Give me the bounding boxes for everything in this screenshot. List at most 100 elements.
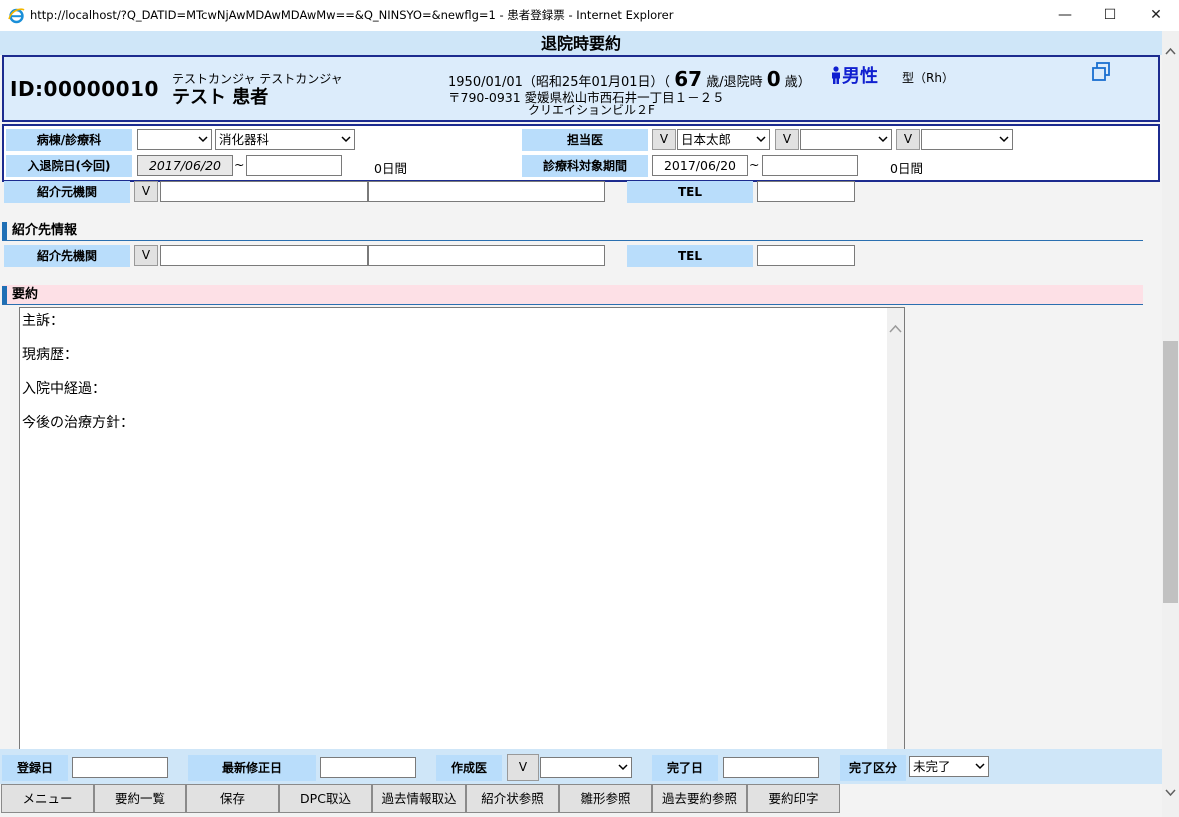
- doctor1-value: 日本太郎: [681, 132, 732, 147]
- title-bar: http://localhost/?Q_DATID=MTcwNjAwMDAwMD…: [0, 0, 1179, 31]
- registered-date-label: 登録日: [2, 755, 68, 781]
- blood-type: 型（Rh）: [902, 71, 954, 85]
- print-summary-button[interactable]: 要約印字: [747, 784, 840, 813]
- modified-date-label: 最新修正日: [188, 755, 316, 781]
- doctor-label: 担当医: [522, 129, 648, 151]
- modified-date-field[interactable]: [320, 757, 416, 778]
- chevron-up-icon[interactable]: [887, 322, 904, 336]
- close-button[interactable]: ✕: [1133, 0, 1179, 31]
- summary-scrollbar[interactable]: [887, 308, 904, 754]
- referral-from-name2[interactable]: [368, 181, 605, 202]
- patient-header: ID:00000010 テストカンジャ テストカンジャ テスト 患者 1950/…: [2, 55, 1160, 122]
- patient-name: テスト 患者: [172, 87, 269, 108]
- summary-line-chief-complaint: 主訴：: [22, 313, 64, 329]
- admission-label: 入退院日(今回): [6, 155, 132, 177]
- period-days: 0日間: [890, 161, 923, 176]
- referral-from-tel-label: TEL: [627, 181, 753, 203]
- chevron-down-icon: [873, 130, 891, 149]
- chevron-down-icon: [970, 757, 988, 776]
- author-lookup-button[interactable]: V: [507, 754, 539, 781]
- menu-button[interactable]: メニュー: [1, 784, 94, 813]
- period-label: 診療科対象期間: [522, 155, 648, 177]
- summary-section-title: 要約: [12, 287, 39, 302]
- maximize-button[interactable]: ☐: [1087, 0, 1133, 31]
- patient-id: ID:00000010: [10, 77, 159, 101]
- chevron-down-icon[interactable]: [1162, 787, 1179, 799]
- summary-section-header: 要約: [2, 285, 1143, 305]
- admission-days: 0日間: [374, 161, 407, 176]
- completion-status-value: 未完了: [913, 759, 951, 774]
- section-marker: [2, 286, 7, 304]
- copy-icon[interactable]: [1090, 61, 1112, 83]
- patient-address-building: クリエイションビル２F: [528, 103, 655, 117]
- chevron-up-icon[interactable]: [1162, 45, 1179, 57]
- referral-to-name1[interactable]: [160, 245, 368, 266]
- department-value: 消化器科: [219, 132, 270, 147]
- period-from-field[interactable]: 2017/06/20: [652, 155, 748, 176]
- summary-textarea[interactable]: 主訴： 現病歴： 入院中経過： 今後の治療方針：: [19, 307, 905, 755]
- department-select[interactable]: 消化器科: [215, 129, 355, 150]
- action-button-bar: メニュー 要約一覧 保存 DPC取込 過去情報取込 紹介状参照 雛形参照 過去要…: [0, 784, 1162, 815]
- minimize-button[interactable]: —: [1042, 0, 1088, 31]
- referral-from-tel[interactable]: [757, 181, 855, 202]
- ward-select[interactable]: [137, 129, 212, 150]
- referral-from-label: 紹介元機関: [4, 181, 130, 203]
- admission-to-field[interactable]: [246, 155, 342, 176]
- referral-to-lookup-button[interactable]: V: [134, 245, 158, 266]
- chevron-down-icon: [336, 130, 354, 149]
- scrollbar-thumb[interactable]: [1163, 341, 1178, 603]
- admission-tilde: ~: [234, 157, 245, 172]
- gender-label: 男性: [842, 66, 878, 87]
- referral-letter-button[interactable]: 紹介状参照: [466, 784, 559, 813]
- doctor2-lookup-button[interactable]: V: [775, 129, 799, 150]
- page-content: 退院時要約 ID:00000010 テストカンジャ テストカンジャ テスト 患者…: [0, 31, 1162, 817]
- period-to-field[interactable]: [762, 155, 858, 176]
- summary-list-button[interactable]: 要約一覧: [94, 784, 186, 813]
- past-info-import-button[interactable]: 過去情報取込: [372, 784, 466, 813]
- completed-date-field[interactable]: [723, 757, 819, 778]
- completed-date-label: 完了日: [652, 755, 718, 781]
- window-title: http://localhost/?Q_DATID=MTcwNjAwMDAwMD…: [30, 8, 674, 22]
- referral-to-tel-label: TEL: [627, 245, 753, 267]
- page-scrollbar[interactable]: [1162, 31, 1179, 817]
- referral-to-tel[interactable]: [757, 245, 855, 266]
- save-button[interactable]: 保存: [186, 784, 279, 813]
- chevron-down-icon: [751, 130, 769, 149]
- author-select[interactable]: [540, 757, 632, 778]
- referral-from-name1[interactable]: [160, 181, 368, 202]
- discharge-age: 0: [766, 67, 781, 91]
- chevron-down-icon: [613, 758, 631, 777]
- discharge-unit: 歳）: [784, 75, 811, 90]
- doctor1-select[interactable]: 日本太郎: [677, 129, 770, 150]
- admission-info-panel: 病棟/診療科 消化器科 担当医 V 日本太郎 V V 入退院日(今回) 2017…: [2, 124, 1160, 182]
- completion-status-select[interactable]: 未完了: [909, 756, 989, 777]
- record-status-row: 登録日 最新修正日 作成医 V 完了日 完了区分 未完了: [0, 749, 1162, 785]
- author-label: 作成医: [436, 755, 502, 781]
- doctor1-lookup-button[interactable]: V: [652, 129, 676, 150]
- chevron-down-icon: [193, 130, 211, 149]
- summary-line-present-illness: 現病歴：: [22, 347, 78, 363]
- registered-date-field[interactable]: [72, 757, 168, 778]
- referral-to-section-header: 紹介先情報: [2, 221, 1143, 241]
- referral-to-section-title: 紹介先情報: [12, 223, 78, 238]
- doctor3-select[interactable]: [921, 129, 1013, 150]
- chevron-down-icon: [994, 130, 1012, 149]
- summary-line-treatment-plan: 今後の治療方針：: [22, 415, 134, 431]
- completion-status-label: 完了区分: [840, 755, 906, 781]
- referral-to-label: 紹介先機関: [4, 245, 130, 267]
- template-button[interactable]: 雛形参照: [559, 784, 652, 813]
- summary-line-hospital-course: 入院中経過：: [22, 381, 106, 397]
- browser-window: http://localhost/?Q_DATID=MTcwNjAwMDAwMD…: [0, 0, 1179, 817]
- referral-to-name2[interactable]: [368, 245, 605, 266]
- male-icon: [832, 66, 840, 84]
- internet-explorer-icon: [8, 8, 25, 24]
- patient-gender: 男性: [830, 62, 878, 88]
- doctor3-lookup-button[interactable]: V: [896, 129, 920, 150]
- admission-from-field[interactable]: 2017/06/20: [137, 155, 233, 176]
- doctor2-select[interactable]: [800, 129, 892, 150]
- past-summary-button[interactable]: 過去要約参照: [652, 784, 747, 813]
- page-title: 退院時要約: [0, 31, 1162, 55]
- dpc-import-button[interactable]: DPC取込: [279, 784, 372, 813]
- ward-label: 病棟/診療科: [6, 129, 132, 151]
- referral-from-lookup-button[interactable]: V: [134, 181, 158, 202]
